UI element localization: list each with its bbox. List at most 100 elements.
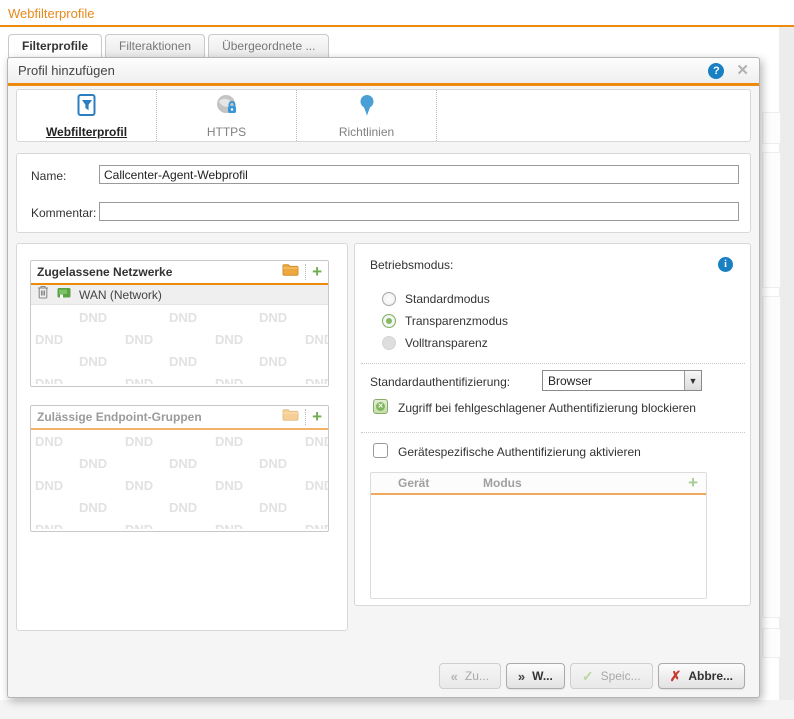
- sources-column: Zugelassene Netzwerke + WAN (Network) DN…: [16, 243, 348, 631]
- globe-lock-icon: [215, 93, 239, 122]
- dnd-tile: DND: [79, 354, 108, 369]
- background-panel: [762, 152, 781, 288]
- dnd-tile: DND: [215, 332, 244, 347]
- add-network-icon[interactable]: +: [312, 263, 322, 280]
- button-label: Speic...: [600, 669, 641, 683]
- folder-icon[interactable]: [282, 408, 299, 426]
- endpoint-groups-panel: Zulässige Endpoint-Gruppen + DND DND DND DN…: [30, 405, 329, 532]
- device-auth-checkbox[interactable]: [373, 443, 388, 458]
- tab-uebergeordnete[interactable]: Übergeordnete ...: [208, 34, 330, 58]
- info-icon[interactable]: i: [718, 257, 733, 272]
- radio-standardmodus[interactable]: Standardmodus: [382, 291, 490, 307]
- dnd-tile: DND: [35, 478, 64, 493]
- add-device-icon[interactable]: +: [688, 474, 698, 491]
- network-row-label: WAN (Network): [79, 287, 162, 302]
- dnd-tile: DND: [305, 478, 328, 493]
- divider: [361, 432, 745, 433]
- cancel-button[interactable]: ✗ Abbre...: [657, 663, 745, 689]
- dnd-tile: DND: [125, 376, 154, 384]
- add-profile-dialog: Profil hinzufügen ? ✕ Webfilterprofil HT…: [7, 57, 760, 698]
- dnd-tile: DND: [35, 332, 64, 347]
- allowed-networks-panel: Zugelassene Netzwerke + WAN (Network) DN…: [30, 260, 329, 387]
- radio-label: Volltransparenz: [405, 336, 488, 350]
- step-https[interactable]: HTTPS: [157, 90, 297, 141]
- column-header-geraet: Gerät: [398, 476, 430, 490]
- endpoint-drop-area[interactable]: DND DND DND DND DND DND DND DND DND DND DND DND DND D…: [31, 430, 328, 529]
- page-title: Webfilterprofile: [8, 6, 95, 21]
- back-button[interactable]: « Zu...: [438, 663, 501, 689]
- tab-filterprofile[interactable]: Filterprofile: [8, 34, 103, 58]
- step-label: Webfilterprofil: [45, 124, 128, 139]
- checkbox-label: Gerätespezifische Authentifizierung akti…: [398, 445, 641, 459]
- dialog-title: Profil hinzufügen: [18, 63, 115, 78]
- dialog-header: Profil hinzufügen ? ✕: [8, 58, 759, 83]
- dnd-tile: DND: [125, 332, 154, 347]
- ribbon-pin-icon: [355, 93, 379, 122]
- trash-icon[interactable]: [37, 285, 49, 304]
- dnd-tile: DND: [35, 522, 63, 529]
- background-scroll-area: [779, 27, 794, 719]
- background-footer-area: [0, 700, 794, 719]
- x-icon: ✗: [669, 667, 682, 684]
- radio-label: Standardmodus: [405, 292, 490, 306]
- name-input[interactable]: [99, 165, 739, 184]
- column-header-modus: Modus: [483, 476, 522, 490]
- comment-input[interactable]: [99, 202, 739, 221]
- default-auth-label: Standardauthentifizierung:: [370, 375, 511, 389]
- dnd-tile: DND: [125, 478, 154, 493]
- radio-transparenzmodus[interactable]: Transparenzmodus: [382, 313, 508, 329]
- dropdown-arrow-icon[interactable]: ▼: [684, 371, 701, 390]
- tab-filteraktionen[interactable]: Filteraktionen: [105, 34, 206, 58]
- radio-volltransparenz[interactable]: Volltransparenz: [382, 335, 488, 351]
- next-button[interactable]: » W...: [505, 663, 565, 689]
- selected-option: Browser: [548, 373, 593, 388]
- background-panel: [762, 112, 781, 144]
- close-icon[interactable]: ✕: [736, 63, 749, 78]
- dnd-tile: DND: [169, 354, 198, 369]
- step-webfilterprofil[interactable]: Webfilterprofil: [17, 90, 157, 141]
- dnd-tile: DND: [79, 456, 108, 471]
- comment-label: Kommentar:: [31, 206, 97, 220]
- filter-document-icon: [75, 93, 99, 122]
- add-endpoint-group-icon[interactable]: +: [312, 408, 322, 425]
- dnd-tile: DND: [169, 456, 198, 471]
- dialog-accent-bar: [8, 83, 759, 86]
- dnd-tile: DND: [259, 456, 288, 471]
- folder-icon[interactable]: [282, 263, 299, 281]
- default-auth-select[interactable]: Browser ▼: [542, 370, 702, 391]
- check-icon: ✓: [581, 667, 594, 684]
- dnd-tile: DND: [259, 500, 288, 515]
- dnd-tile: DND: [215, 434, 244, 449]
- network-drop-area[interactable]: WAN (Network) DND DND DND DND DND DND DND DND DN…: [31, 285, 328, 384]
- radio-icon-selected: [382, 314, 396, 328]
- dnd-watermark: DND DND DND DND DND DND DND DND DND DND DND DND DND D…: [31, 306, 328, 384]
- chevrons-right-icon: »: [517, 668, 526, 684]
- chevrons-left-icon: «: [450, 668, 458, 684]
- button-label: Zu...: [464, 669, 489, 683]
- radio-icon: [382, 292, 396, 306]
- dnd-tile: DND: [79, 500, 108, 515]
- help-icon[interactable]: ?: [708, 62, 725, 79]
- step-richtlinien[interactable]: Richtlinien: [297, 90, 437, 141]
- checkbox-label: Zugriff bei fehlgeschlagener Authentifiz…: [398, 401, 696, 415]
- profile-form: Name: Kommentar:: [16, 153, 751, 233]
- dnd-tile: DND: [259, 354, 288, 369]
- block-on-auth-fail-checkbox[interactable]: [373, 399, 388, 414]
- network-row-wan[interactable]: WAN (Network): [31, 285, 328, 305]
- panel-title: Zulässige Endpoint-Gruppen: [37, 410, 202, 424]
- button-label: W...: [532, 669, 553, 683]
- dnd-tile: DND: [35, 376, 64, 384]
- divider: [361, 363, 745, 364]
- settings-column: Betriebsmodus: i Standardmodus Transpare…: [354, 243, 751, 606]
- step-label: Richtlinien: [338, 124, 395, 139]
- save-button[interactable]: ✓ Speic...: [569, 663, 653, 689]
- dnd-tile: DND: [215, 478, 244, 493]
- dnd-tile: DND: [125, 434, 154, 449]
- dnd-tile: DND: [305, 376, 328, 384]
- divider: [305, 264, 307, 280]
- device-table-header: Gerät Modus +: [371, 473, 706, 495]
- dnd-tile: DND: [215, 376, 244, 384]
- dnd-tile: DND: [79, 310, 108, 325]
- panel-header: Zugelassene Netzwerke +: [31, 261, 328, 285]
- panel-title: Zugelassene Netzwerke: [37, 265, 173, 279]
